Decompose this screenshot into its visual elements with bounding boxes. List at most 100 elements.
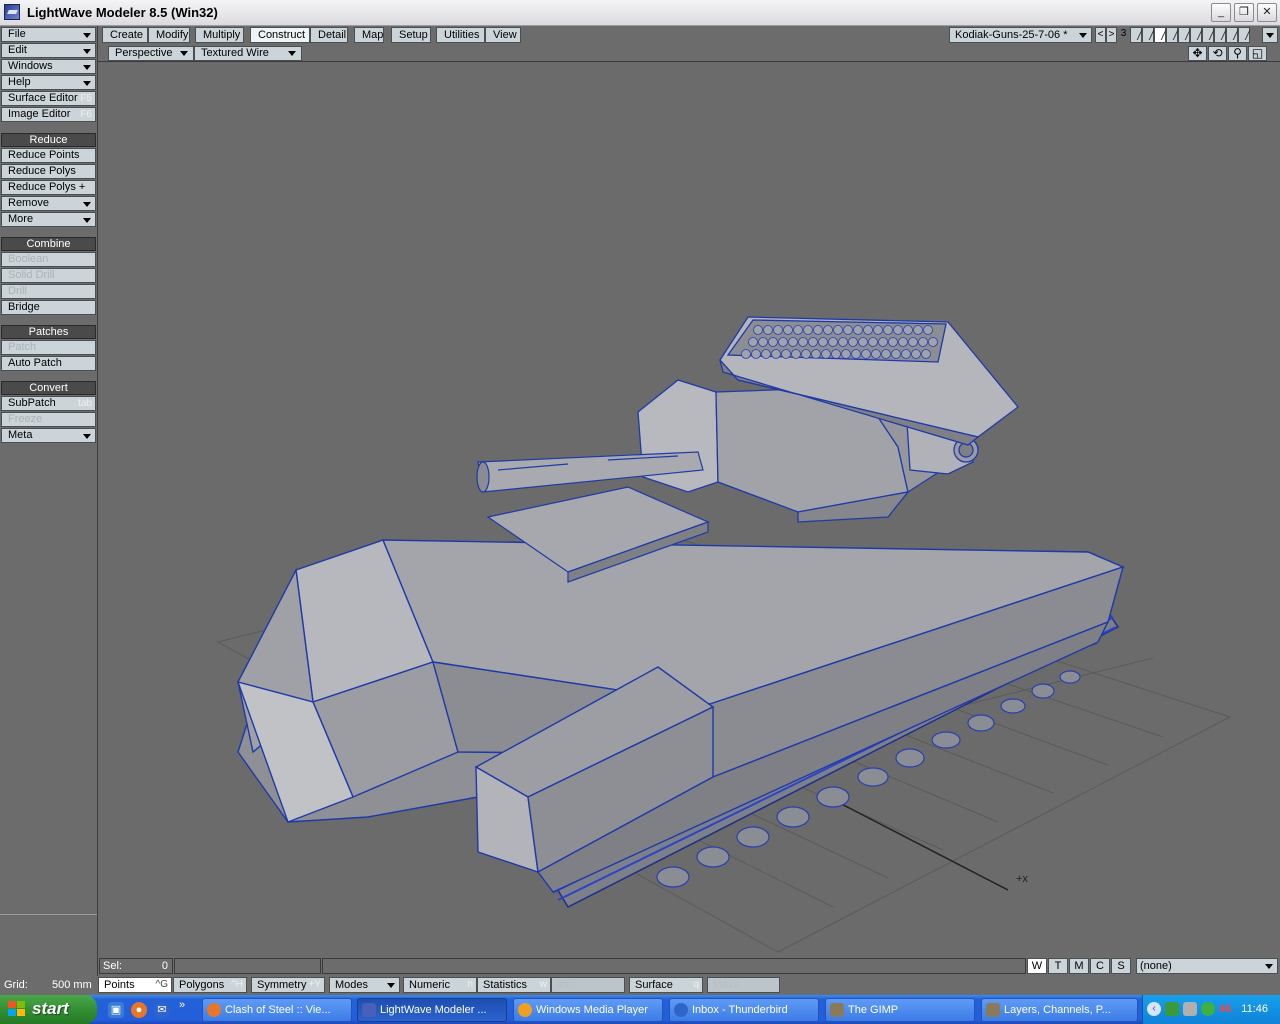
maximize-view-icon[interactable]: ◱ bbox=[1248, 46, 1267, 61]
layer-toggle-5[interactable] bbox=[1178, 27, 1190, 43]
statistics-button[interactable]: Statistics w bbox=[477, 977, 551, 993]
shortcut-label: w bbox=[539, 979, 547, 990]
layer-toggle-1[interactable] bbox=[1130, 27, 1142, 43]
meta-menu[interactable]: Meta bbox=[1, 428, 96, 443]
layer-toggle-7[interactable] bbox=[1202, 27, 1214, 43]
reduce-points-button[interactable]: Reduce Points bbox=[1, 148, 96, 163]
layer-toggle-6[interactable] bbox=[1190, 27, 1202, 43]
quicklaunch-more-icon[interactable]: » bbox=[176, 997, 188, 1013]
tab-construct[interactable]: Construct bbox=[250, 27, 310, 43]
drill-button[interactable]: Drill bbox=[1, 284, 96, 299]
rotate-view-icon[interactable]: ⟲ bbox=[1208, 46, 1227, 61]
thunderbird-icon[interactable]: ✉ bbox=[154, 1002, 170, 1018]
s-toggle[interactable]: S bbox=[1111, 958, 1131, 974]
more-label: More bbox=[8, 213, 34, 225]
points-label: Points bbox=[104, 979, 135, 991]
chevron-down-icon bbox=[83, 434, 91, 439]
file-menu[interactable]: File bbox=[1, 27, 96, 42]
tab-view[interactable]: View bbox=[485, 27, 521, 43]
network-icon[interactable] bbox=[1165, 1002, 1179, 1016]
windows-menu[interactable]: Windows bbox=[1, 59, 96, 74]
info-button[interactable]: Info bbox=[551, 977, 625, 993]
c-toggle[interactable]: C bbox=[1090, 958, 1110, 974]
remove-menu[interactable]: Remove bbox=[1, 196, 96, 211]
edit-menu[interactable]: Edit bbox=[1, 43, 96, 58]
patch-button[interactable]: Patch bbox=[1, 340, 96, 355]
surface-select[interactable]: (none) bbox=[1136, 958, 1278, 974]
task-layers-channels[interactable]: Layers, Channels, P... bbox=[981, 998, 1138, 1022]
close-button[interactable]: ✕ bbox=[1257, 3, 1277, 22]
reduce-polys-button[interactable]: Reduce Polys bbox=[1, 164, 96, 179]
tab-setup[interactable]: Setup bbox=[391, 27, 431, 43]
show-desktop-icon[interactable]: ▣ bbox=[108, 1002, 124, 1018]
layer-toggle-4[interactable] bbox=[1166, 27, 1178, 43]
status-message-field bbox=[322, 958, 1026, 974]
start-button[interactable]: start bbox=[0, 995, 97, 1024]
tab-modify[interactable]: Modify bbox=[148, 27, 190, 43]
chevron-left-icon[interactable]: ‹ bbox=[1147, 1002, 1161, 1016]
perspective-viewport[interactable]: +x bbox=[98, 62, 1280, 957]
task-gimp[interactable]: The GIMP bbox=[825, 998, 975, 1022]
task-lightwave-modeler[interactable]: LightWave Modeler ... bbox=[357, 998, 507, 1022]
task-clash-of-steel[interactable]: Clash of Steel :: Vie... bbox=[202, 998, 352, 1022]
bridge-button[interactable]: Bridge bbox=[1, 300, 96, 315]
m-toggle[interactable]: M bbox=[1069, 958, 1089, 974]
make-button[interactable]: Make bbox=[707, 977, 780, 993]
image-editor-button[interactable]: Image Editor F6 bbox=[1, 107, 96, 122]
symmetry-button[interactable]: Symmetry +Y bbox=[251, 977, 325, 993]
layer-menu-button[interactable] bbox=[1262, 27, 1278, 43]
chevron-down-icon bbox=[1265, 964, 1273, 969]
more-menu[interactable]: More bbox=[1, 212, 96, 227]
subpatch-button[interactable]: SubPatch tab bbox=[1, 396, 96, 411]
points-mode-button[interactable]: Points ^G bbox=[98, 977, 172, 993]
volume-icon[interactable] bbox=[1183, 1002, 1197, 1016]
layer-toggle-8[interactable] bbox=[1214, 27, 1226, 43]
reduce-polys-plus-button[interactable]: Reduce Polys + bbox=[1, 180, 96, 195]
task-windows-media-player[interactable]: Windows Media Player bbox=[513, 998, 663, 1022]
shortcut-label: +Y bbox=[308, 979, 321, 990]
object-select[interactable]: Kodiak-Guns-25-7-06 * bbox=[949, 27, 1092, 43]
render-mode-select[interactable]: Textured Wire bbox=[194, 46, 302, 61]
layer-toggle-3[interactable] bbox=[1154, 27, 1166, 43]
tab-map[interactable]: Map bbox=[354, 27, 384, 43]
layer-prev-button[interactable]: < bbox=[1095, 27, 1106, 43]
view-type-select[interactable]: Perspective bbox=[108, 46, 194, 61]
freeze-button[interactable]: Freeze bbox=[1, 412, 96, 427]
solid-drill-button[interactable]: Solid Drill bbox=[1, 268, 96, 283]
task-thunderbird[interactable]: Inbox - Thunderbird bbox=[669, 998, 819, 1022]
tab-create[interactable]: Create bbox=[102, 27, 148, 43]
media-player-icon bbox=[518, 1003, 532, 1017]
boolean-button[interactable]: Boolean bbox=[1, 252, 96, 267]
layer-toggle-2[interactable] bbox=[1142, 27, 1154, 43]
tab-utilities[interactable]: Utilities bbox=[436, 27, 485, 43]
windows-logo-icon bbox=[8, 1001, 26, 1018]
firefox-icon[interactable]: ● bbox=[131, 1002, 147, 1018]
tab-multiply[interactable]: Multiply bbox=[195, 27, 244, 43]
layer-toggle-10[interactable] bbox=[1238, 27, 1250, 43]
numeric-label: Numeric bbox=[409, 979, 450, 991]
surface-editor-button[interactable]: Surface Editor F5 bbox=[1, 91, 96, 106]
w-toggle[interactable]: W bbox=[1027, 958, 1047, 974]
task-label: The GIMP bbox=[848, 1004, 899, 1016]
modes-menu[interactable]: Modes bbox=[329, 977, 400, 993]
restore-button[interactable]: ❐ bbox=[1234, 3, 1254, 22]
polygons-mode-button[interactable]: Polygons ^H bbox=[173, 977, 247, 993]
zoom-view-icon[interactable]: ⚲ bbox=[1228, 46, 1247, 61]
numeric-button[interactable]: Numeric n bbox=[403, 977, 477, 993]
messenger-icon[interactable] bbox=[1201, 1002, 1215, 1016]
lightwave-app-icon[interactable] bbox=[4, 4, 20, 20]
tab-detail[interactable]: Detail bbox=[310, 27, 348, 43]
minimize-button[interactable]: _ bbox=[1211, 3, 1231, 22]
chevron-down-icon bbox=[83, 65, 91, 70]
tool-panel: File Edit Windows Help Surface Editor F5 … bbox=[0, 26, 98, 976]
t-toggle[interactable]: T bbox=[1048, 958, 1068, 974]
help-menu[interactable]: Help bbox=[1, 75, 96, 90]
move-view-icon[interactable]: ✥ bbox=[1188, 46, 1207, 61]
surface-button[interactable]: Surface q bbox=[629, 977, 703, 993]
auto-patch-button[interactable]: Auto Patch bbox=[1, 356, 96, 371]
layer-next-button[interactable]: > bbox=[1106, 27, 1117, 43]
layer-toggle-9[interactable] bbox=[1226, 27, 1238, 43]
thunderbird-icon bbox=[674, 1003, 688, 1017]
task-label: Clash of Steel :: Vie... bbox=[225, 1004, 331, 1016]
axis-gizmo-icon: +x bbox=[1016, 873, 1028, 885]
